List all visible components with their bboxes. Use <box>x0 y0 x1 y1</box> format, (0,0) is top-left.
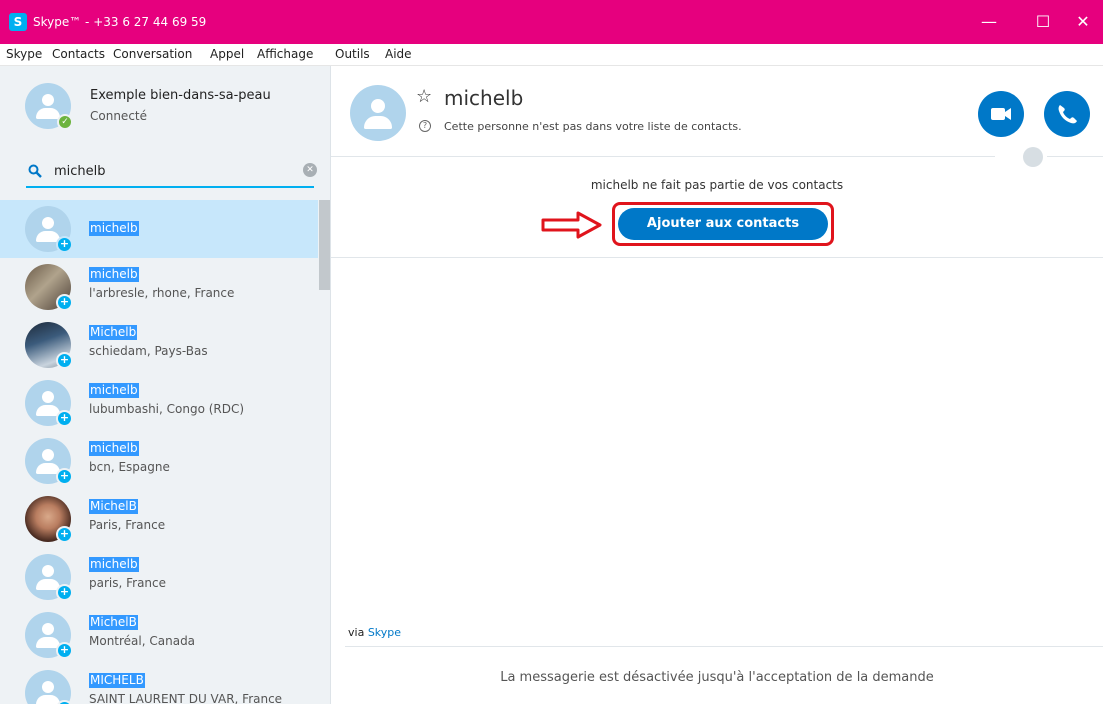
add-to-contacts-button[interactable]: Ajouter aux contacts <box>618 208 828 240</box>
not-in-contacts-info: Cette personne n'est pas dans votre list… <box>444 120 742 133</box>
menu-conversation[interactable]: Conversation <box>113 47 192 61</box>
window-title: Skype™ - +33 6 27 44 69 59 <box>33 15 207 29</box>
clear-icon[interactable]: ✕ <box>303 163 317 177</box>
menu-bar: Skype Contacts Conversation Appel Affich… <box>0 44 1103 66</box>
question-icon: ? <box>419 120 431 132</box>
profile-name[interactable]: Exemple bien-dans-sa-peau <box>90 88 271 103</box>
avatar-body-shape <box>364 116 392 129</box>
result-name: michelb <box>89 557 139 572</box>
online-status-icon: ✓ <box>57 114 73 130</box>
result-location: Montréal, Canada <box>89 634 196 648</box>
result-row[interactable]: + michelb <box>0 200 318 258</box>
close-button[interactable]: ✕ <box>1060 0 1103 44</box>
via-skype-link[interactable]: Skype <box>368 626 401 639</box>
header-divider <box>1047 156 1103 157</box>
video-call-button[interactable] <box>978 91 1024 137</box>
avatar-head-shape <box>42 94 54 106</box>
result-row[interactable]: + michelb l'arbresle, rhone, France <box>0 258 318 316</box>
minimize-button[interactable]: — <box>966 0 1012 44</box>
contact-name: michelb <box>444 86 524 110</box>
result-location: SAINT LAURENT DU VAR, France <box>89 692 283 704</box>
result-name: MichelB <box>89 615 138 630</box>
avatar-head-shape <box>371 99 385 113</box>
search-icon <box>28 164 42 178</box>
result-row[interactable]: + michelb lubumbashi, Congo (RDC) <box>0 374 318 432</box>
not-contact-notice: michelb ne fait pas partie de vos contac… <box>590 178 844 192</box>
result-row[interactable]: + MICHELB SAINT LAURENT DU VAR, France <box>0 664 318 704</box>
add-contact-icon: + <box>56 700 73 704</box>
menu-contacts[interactable]: Contacts <box>52 47 105 61</box>
skype-logo-icon: S <box>9 13 27 31</box>
profile-status[interactable]: Connecté <box>90 109 147 123</box>
menu-skype[interactable]: Skype <box>6 47 42 61</box>
header-divider <box>331 156 995 157</box>
add-contact-icon: + <box>56 584 73 601</box>
menu-outils[interactable]: Outils <box>335 47 370 61</box>
red-arrow-annotation-icon <box>541 211 602 239</box>
result-name: michelb <box>89 221 139 236</box>
globe-icon[interactable] <box>1023 147 1043 167</box>
title-bar: S Skype™ - +33 6 27 44 69 59 — ☐ ✕ <box>0 0 1103 44</box>
via-line: via Skype <box>348 626 401 639</box>
result-name: MICHELB <box>89 673 145 688</box>
conversation-panel: ☆ michelb ? Cette personne n'est pas dan… <box>331 66 1103 704</box>
result-location: schiedam, Pays-Bas <box>89 344 208 358</box>
add-contact-icon: + <box>56 468 73 485</box>
section-divider <box>331 257 1103 258</box>
search-box[interactable]: michelb ✕ <box>26 158 317 188</box>
sidebar: ✓ Exemple bien-dans-sa-peau Connecté mic… <box>0 66 331 704</box>
result-name: michelb <box>89 383 139 398</box>
via-prefix: via <box>348 626 365 639</box>
contact-avatar-large[interactable] <box>350 85 406 141</box>
result-name: Michelb <box>89 325 138 340</box>
add-contact-icon: + <box>56 410 73 427</box>
result-location: Paris, France <box>89 518 166 532</box>
audio-call-button[interactable] <box>1044 91 1090 137</box>
result-name: MichelB <box>89 499 138 514</box>
result-row[interactable]: + MichelB Paris, France <box>0 490 318 548</box>
add-contact-icon: + <box>56 642 73 659</box>
add-contact-icon: + <box>56 526 73 543</box>
compose-divider <box>345 646 1103 647</box>
video-camera-icon <box>991 108 1011 120</box>
messaging-disabled-notice: La messagerie est désactivée jusqu'à l'a… <box>500 670 934 685</box>
result-location: bcn, Espagne <box>89 460 170 474</box>
phone-icon <box>1058 105 1077 124</box>
add-contact-icon: + <box>56 236 73 253</box>
result-row[interactable]: + michelb bcn, Espagne <box>0 432 318 490</box>
search-input[interactable]: michelb <box>54 164 106 179</box>
result-name: michelb <box>89 267 139 282</box>
contact-avatar <box>25 670 71 704</box>
result-row[interactable]: + michelb paris, France <box>0 548 318 606</box>
search-results-list: + michelb + michelb l'arbresle, rhone, F… <box>0 200 330 704</box>
result-location: l'arbresle, rhone, France <box>89 286 235 300</box>
result-location: lubumbashi, Congo (RDC) <box>89 402 245 416</box>
avatar-body-shape <box>36 108 60 119</box>
favorite-star-icon[interactable]: ☆ <box>416 86 432 107</box>
result-location: paris, France <box>89 576 167 590</box>
result-name: michelb <box>89 441 139 456</box>
menu-appel[interactable]: Appel <box>210 47 244 61</box>
menu-aide[interactable]: Aide <box>385 47 412 61</box>
result-row[interactable]: + MichelB Montréal, Canada <box>0 606 318 664</box>
add-contact-icon: + <box>56 294 73 311</box>
add-contact-icon: + <box>56 352 73 369</box>
result-row[interactable]: + Michelb schiedam, Pays-Bas <box>0 316 318 374</box>
menu-affichage[interactable]: Affichage <box>257 47 313 61</box>
